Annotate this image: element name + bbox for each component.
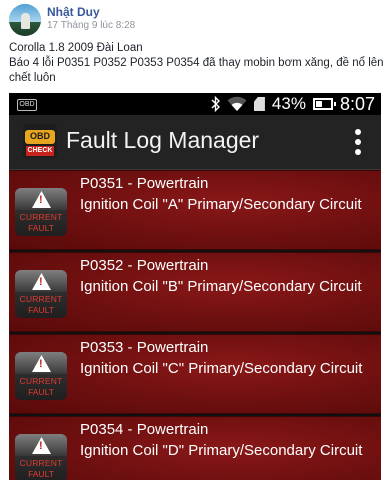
badge-line2: FAULT — [28, 469, 54, 479]
badge-line1: CURRENT — [19, 294, 63, 304]
logo-text-bottom: CHECK — [26, 146, 54, 156]
current-fault-warning-icon: ! CURRENT FAULT — [15, 434, 67, 480]
post-line: chết luôn — [9, 72, 56, 84]
current-fault-warning-icon: ! CURRENT FAULT — [15, 270, 67, 318]
fault-code: P0354 - Powertrain — [80, 421, 209, 438]
post-header: Nhật Duy 17 Tháng 9 lúc 8:28 — [0, 0, 389, 40]
fault-description: Ignition Coil "D" Primary/Secondary Circ… — [80, 442, 363, 459]
badge-line1: CURRENT — [19, 212, 63, 222]
fault-code: P0351 - Powertrain — [80, 175, 209, 192]
battery-percent: 43% — [271, 94, 306, 113]
fault-code: P0352 - Powertrain — [80, 257, 209, 274]
avatar[interactable] — [9, 4, 41, 36]
clock: 8:07 — [339, 93, 375, 114]
fault-row[interactable]: ! CURRENT FAULT P0353 - Powertrain Ignit… — [9, 334, 381, 414]
fault-description: Ignition Coil "C" Primary/Secondary Circ… — [80, 360, 363, 377]
fault-description: Ignition Coil "B" Primary/Secondary Circ… — [80, 278, 362, 295]
fault-row[interactable]: ! CURRENT FAULT P0351 - Powertrain Ignit… — [9, 170, 381, 250]
wifi-icon — [227, 96, 247, 112]
badge-line2: FAULT — [28, 305, 54, 315]
phone-screenshot[interactable]: OBD 43% 8:07 OBD CHECK Fault Log Manager… — [9, 93, 381, 480]
obd-check-logo-icon[interactable]: OBD CHECK — [23, 124, 57, 158]
logo-text-top: OBD — [30, 131, 50, 141]
current-fault-warning-icon: ! CURRENT FAULT — [15, 352, 67, 400]
current-fault-warning-icon: ! CURRENT FAULT — [15, 188, 67, 236]
fault-list: ! CURRENT FAULT P0351 - Powertrain Ignit… — [9, 170, 381, 480]
badge-line2: FAULT — [28, 387, 54, 397]
overflow-menu-icon[interactable] — [355, 129, 361, 155]
status-bar: OBD 43% 8:07 — [9, 93, 381, 115]
sd-card-icon — [253, 97, 265, 111]
fault-row[interactable]: ! CURRENT FAULT P0352 - Powertrain Ignit… — [9, 252, 381, 332]
post-text: Corolla 1.8 2009 Đài Loan Báo 4 lỗi P035… — [9, 41, 384, 86]
badge-line1: CURRENT — [19, 458, 63, 468]
post-timestamp[interactable]: 17 Tháng 9 lúc 8:28 — [47, 20, 135, 31]
post-line: Corolla 1.8 2009 Đài Loan — [9, 42, 143, 54]
app-title: Fault Log Manager — [66, 127, 260, 153]
bluetooth-icon — [211, 95, 220, 113]
fault-description: Ignition Coil "A" Primary/Secondary Circ… — [80, 196, 362, 213]
badge-line2: FAULT — [28, 223, 54, 233]
fault-row[interactable]: ! CURRENT FAULT P0354 - Powertrain Ignit… — [9, 416, 381, 480]
author-name[interactable]: Nhật Duy — [47, 5, 100, 19]
fault-code: P0353 - Powertrain — [80, 339, 209, 356]
battery-icon — [312, 98, 336, 110]
obd-notification-icon: OBD — [17, 99, 37, 111]
app-bar: OBD CHECK Fault Log Manager — [9, 115, 381, 170]
post-line: Báo 4 lỗi P0351 P0352 P0353 P0354 đã tha… — [9, 57, 384, 69]
badge-line1: CURRENT — [19, 376, 63, 386]
